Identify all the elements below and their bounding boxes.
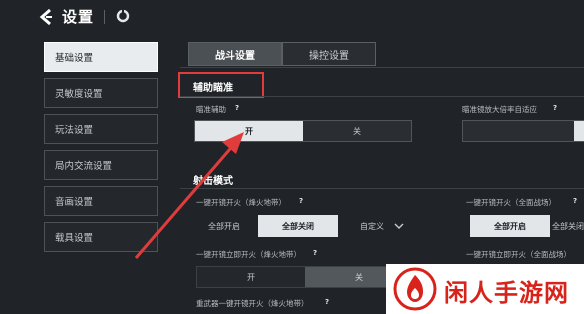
sidebar-item-label: 载具设置 [55,233,94,244]
sidebar-item-gameplay[interactable]: 玩法设置 [44,114,158,144]
scope-fire-all-off[interactable]: 全部关闭 [258,215,338,237]
sidebar-item-label: 局内交流设置 [55,161,113,172]
header-divider [104,10,105,24]
sidebar-item-basic[interactable]: 基础设置 [44,42,158,72]
chevron-down-icon[interactable] [394,221,404,231]
scope-fire-fire-zone-label: 一键开镜开火（烽火地带） [196,198,286,207]
scope-fire-full-label: 一键开镜开火（全面战场） [466,198,556,207]
red-highlight-box [178,72,264,98]
instant-fire-fire-zone-toggle: 开 关 [196,266,414,288]
sidebar-item-sensitivity[interactable]: 灵敏度设置 [44,78,158,108]
help-icon[interactable]: ? [570,196,580,206]
tab-combat-settings[interactable]: 战斗设置 [188,42,282,66]
instant-fire-on-option[interactable]: 开 [197,267,305,287]
help-icon[interactable]: ? [322,297,332,307]
aim-assist-label: 瞄准辅助 [196,105,226,114]
ring-icon [116,9,130,23]
settings-sidebar: 基础设置 灵敏度设置 玩法设置 局内交流设置 音画设置 载具设置 [44,42,158,258]
scope-fire-full-all-off[interactable]: 全部关闭 [552,215,584,237]
help-icon[interactable]: ? [550,103,560,113]
sidebar-item-label: 音画设置 [55,197,94,208]
site-watermark: 闲人手游网 [386,264,584,314]
scope-adapt-option[interactable] [463,121,583,141]
sidebar-item-communication[interactable]: 局内交流设置 [44,150,158,180]
section-title-fire-mode: 射击模式 [193,176,233,187]
scope-fire-full-all-on[interactable]: 全部开启 [470,215,550,237]
watermark-text: 闲人手游网 [444,279,569,307]
instant-fire-full-label: 一键开镜立即开火（全面战场） [466,250,571,259]
back-icon[interactable] [36,6,58,28]
tab-control-settings[interactable]: 操控设置 [282,42,376,66]
sidebar-item-audio-video[interactable]: 音画设置 [44,186,158,216]
help-icon[interactable]: ? [232,103,242,113]
aim-assist-off-option[interactable]: 关 [303,121,411,141]
sidebar-item-vehicle[interactable]: 载具设置 [44,222,158,252]
watermark-logo-icon [393,267,437,311]
section-divider [180,188,584,189]
header-bar: 设置 [0,0,584,34]
sidebar-item-label: 灵敏度设置 [55,89,103,100]
sidebar-item-label: 基础设置 [55,53,94,64]
scope-adapt-label: 瞄准镜放大倍率自适应 [462,105,537,114]
sidebar-item-label: 玩法设置 [55,125,94,136]
tab-underline [180,67,584,68]
aim-assist-toggle: 开 关 [194,120,412,142]
section-divider [180,96,584,97]
heavy-weapon-label: 重武器一键开镜开火（烽火地带） [196,299,309,308]
page-title: 设置 [62,8,95,26]
help-icon[interactable]: ? [310,248,320,258]
scope-fire-custom[interactable]: 自定义 [352,215,392,237]
help-icon[interactable]: ? [296,196,306,206]
scope-adapt-selected-edge [574,121,584,141]
scope-fire-all-on[interactable]: 全部开启 [200,215,248,237]
scope-adapt-toggle [462,120,584,142]
aim-assist-on-option[interactable]: 开 [195,121,303,141]
instant-fire-fire-zone-label: 一键开镜立即开火（烽火地带） [196,250,301,259]
